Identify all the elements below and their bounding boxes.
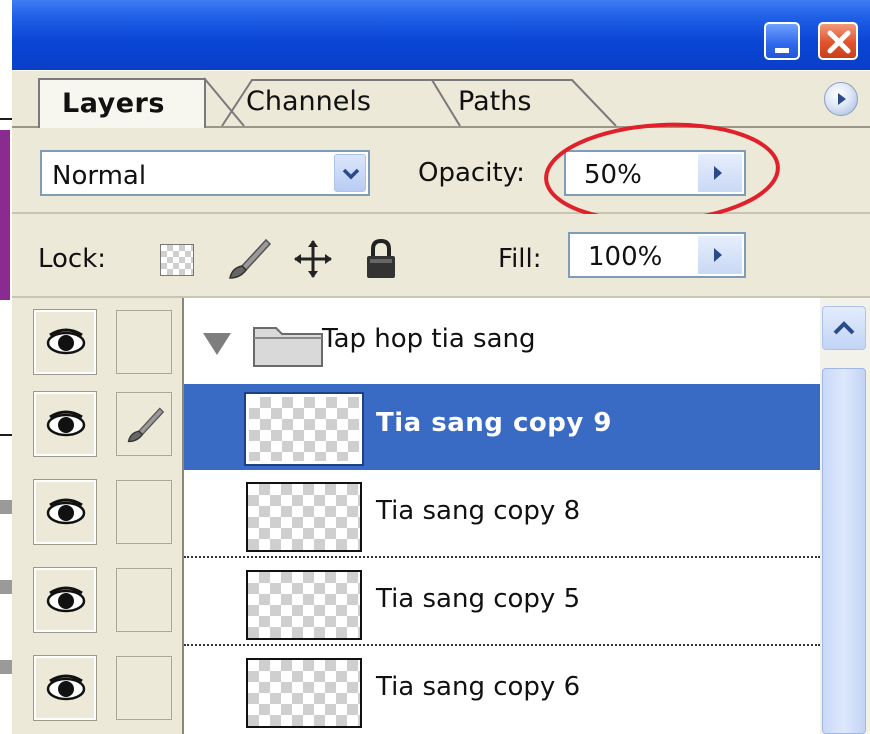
brush-icon bbox=[127, 407, 165, 443]
edge-grey bbox=[0, 660, 12, 674]
chevron-down-icon bbox=[342, 168, 360, 180]
left-edge-strip bbox=[0, 0, 12, 734]
edge-grey bbox=[0, 500, 12, 514]
visibility-toggle-layer[interactable] bbox=[33, 567, 97, 633]
opacity-label: Opacity: bbox=[418, 158, 525, 188]
close-button[interactable] bbox=[818, 22, 858, 60]
fill-value: 100% bbox=[588, 242, 663, 272]
tab-layers[interactable]: Layers bbox=[38, 78, 206, 128]
palette-menu-button[interactable] bbox=[824, 82, 858, 116]
fill-field[interactable]: 100% bbox=[568, 232, 746, 278]
layer-name: Tia sang copy 9 bbox=[376, 408, 612, 438]
layer-row[interactable]: Tia sang copy 6 bbox=[184, 648, 820, 734]
close-icon bbox=[827, 30, 851, 54]
brush-icon[interactable] bbox=[226, 236, 272, 282]
chevron-up-icon bbox=[833, 321, 855, 335]
visibility-toggle-layer[interactable] bbox=[33, 479, 97, 545]
link-cell-layer[interactable] bbox=[116, 656, 172, 720]
lock-label: Lock: bbox=[38, 244, 107, 274]
opacity-highlight-ellipse bbox=[544, 122, 780, 224]
layer-thumbnail bbox=[246, 658, 362, 728]
layer-name: Tia sang copy 5 bbox=[376, 584, 581, 614]
layer-row[interactable]: Tia sang copy 8 bbox=[184, 472, 820, 558]
link-cell-layer[interactable] bbox=[116, 392, 172, 456]
visibility-toggle-layer[interactable] bbox=[33, 655, 97, 721]
tab-paths[interactable]: Paths bbox=[458, 86, 531, 117]
tab-channels[interactable]: Channels bbox=[246, 86, 371, 117]
folder-icon bbox=[253, 327, 323, 367]
blend-mode-value: Normal bbox=[52, 161, 147, 191]
layer-row[interactable]: Tia sang copy 5 bbox=[184, 560, 820, 646]
expand-triangle-icon[interactable] bbox=[202, 332, 232, 356]
edge-line bbox=[0, 118, 12, 120]
eye-icon bbox=[46, 586, 86, 613]
link-cell-layer[interactable] bbox=[116, 568, 172, 632]
minimize-button[interactable] bbox=[764, 22, 800, 60]
eye-icon bbox=[46, 328, 86, 355]
background-window-edge bbox=[0, 130, 10, 300]
visibility-toggle-group[interactable] bbox=[33, 309, 97, 375]
blend-mode-select[interactable]: Normal bbox=[40, 150, 370, 196]
move-icon[interactable] bbox=[292, 238, 334, 280]
layer-row-selected[interactable]: Tia sang copy 9 bbox=[184, 384, 820, 470]
layer-thumbnail bbox=[246, 570, 362, 640]
link-cell-layer[interactable] bbox=[116, 480, 172, 544]
scroll-up-button[interactable] bbox=[822, 306, 866, 350]
lock-transparent-pixels-button[interactable] bbox=[160, 244, 194, 276]
palette-titlebar[interactable] bbox=[12, 0, 870, 70]
visibility-toggle-layer[interactable] bbox=[33, 391, 97, 457]
layer-name: Tia sang copy 6 bbox=[376, 672, 581, 702]
layer-thumbnail bbox=[244, 392, 364, 466]
group-name[interactable]: Tap hop tia sang bbox=[322, 324, 536, 354]
eye-icon bbox=[46, 410, 86, 437]
layer-name: Tia sang copy 8 bbox=[376, 496, 581, 526]
layer-thumbnail bbox=[246, 482, 362, 552]
blend-mode-dropdown-button[interactable] bbox=[334, 154, 366, 192]
eye-icon bbox=[46, 674, 86, 701]
eye-icon bbox=[46, 498, 86, 525]
edge-line bbox=[0, 434, 12, 436]
lock-icon[interactable] bbox=[364, 238, 398, 280]
fill-label: Fill: bbox=[498, 244, 542, 274]
fill-slider-button[interactable] bbox=[698, 236, 742, 274]
edge-grey bbox=[0, 580, 12, 594]
link-cell-group[interactable] bbox=[116, 310, 172, 374]
layers-palette: Layers Channels Paths Normal Opacity: 50… bbox=[12, 0, 870, 734]
scroll-thumb[interactable] bbox=[822, 368, 866, 734]
